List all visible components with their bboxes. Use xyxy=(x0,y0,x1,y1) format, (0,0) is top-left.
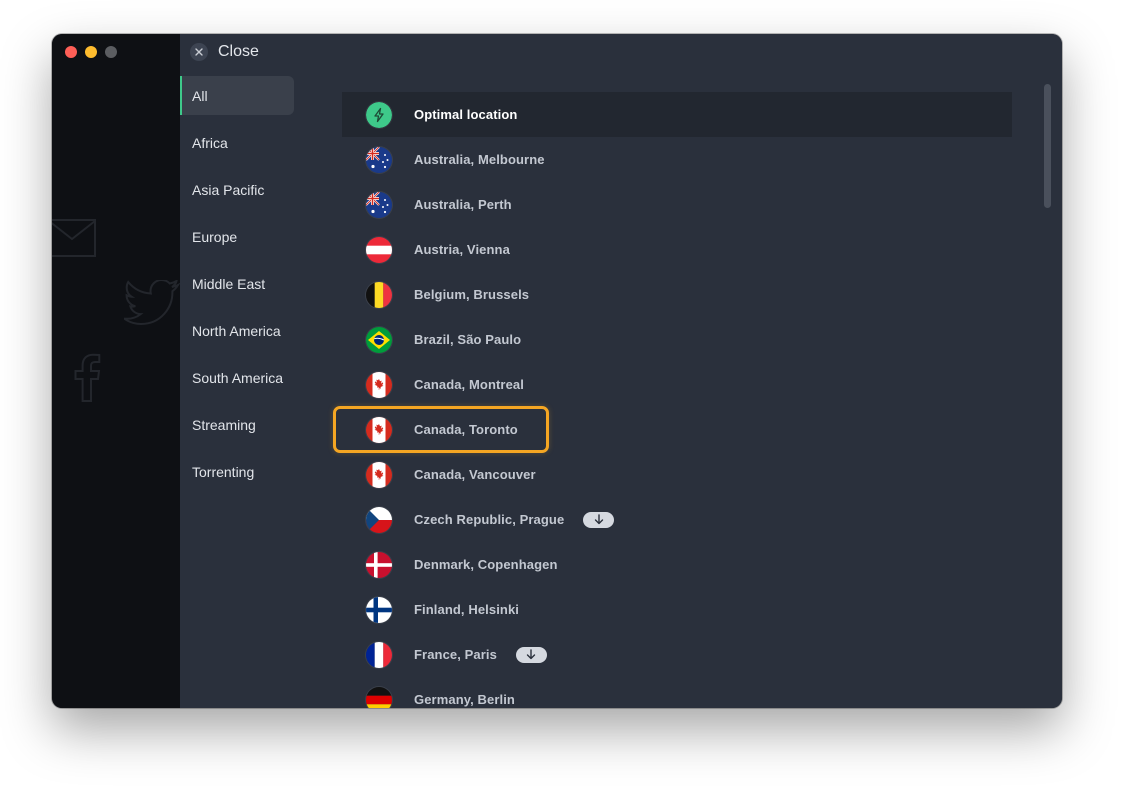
location-belgium-brussels[interactable]: Belgium, Brussels xyxy=(342,272,1012,317)
category-label: North America xyxy=(192,322,281,339)
location-label: Germany, Berlin xyxy=(414,692,515,707)
category-label: Asia Pacific xyxy=(192,181,265,198)
minimize-window-button[interactable] xyxy=(85,46,97,58)
scrollbar-thumb[interactable] xyxy=(1044,84,1051,208)
category-africa[interactable]: Africa xyxy=(180,123,294,162)
finland-flag-icon xyxy=(366,596,392,623)
location-label: Australia, Perth xyxy=(414,197,512,212)
background-sidebar xyxy=(52,34,180,708)
close-label: Close xyxy=(218,43,259,60)
location-brazil-sao-paulo[interactable]: Brazil, São Paulo xyxy=(342,317,1012,362)
australia-flag-icon xyxy=(366,146,392,173)
location-label: Australia, Melbourne xyxy=(414,152,545,167)
location-label: Austria, Vienna xyxy=(414,242,510,257)
location-list: Optimal location Australia, Melbourne Au… xyxy=(333,92,1012,708)
france-flag-icon xyxy=(366,641,392,668)
app-window: Close All Africa Asia Pacific Europe Mid… xyxy=(52,34,1062,708)
category-label: Torrenting xyxy=(192,463,255,480)
category-label: South America xyxy=(192,369,284,386)
window-controls xyxy=(65,46,117,58)
category-north-america[interactable]: North America xyxy=(180,311,294,350)
denmark-flag-icon xyxy=(366,551,392,578)
category-torrenting[interactable]: Torrenting xyxy=(180,452,294,491)
location-czech-republic-prague[interactable]: Czech Republic, Prague xyxy=(342,497,1012,542)
location-label: Denmark, Copenhagen xyxy=(414,557,558,572)
category-all[interactable]: All xyxy=(180,76,294,115)
download-arrow-icon xyxy=(583,511,615,528)
location-label: Canada, Vancouver xyxy=(414,467,536,482)
location-canada-toronto[interactable]: Canada, Toronto xyxy=(333,406,1012,453)
canada-flag-icon xyxy=(366,461,392,488)
location-denmark-copenhagen[interactable]: Denmark, Copenhagen xyxy=(342,542,1012,587)
category-label: All xyxy=(192,87,208,104)
category-label: Africa xyxy=(192,134,228,151)
twitter-icon xyxy=(124,280,180,326)
australia-flag-icon xyxy=(366,191,392,218)
category-label: Middle East xyxy=(192,275,266,292)
zoom-window-button[interactable] xyxy=(105,46,117,58)
category-label: Europe xyxy=(192,228,238,245)
location-optimal[interactable]: Optimal location xyxy=(342,92,1012,137)
download-arrow-icon xyxy=(515,646,547,663)
germany-flag-icon xyxy=(366,686,392,708)
location-label: Canada, Montreal xyxy=(414,377,524,392)
location-label: Belgium, Brussels xyxy=(414,287,530,302)
category-south-america[interactable]: South America xyxy=(180,358,294,397)
category-list: All Africa Asia Pacific Europe Middle Ea… xyxy=(180,76,294,499)
czech-flag-icon xyxy=(366,506,392,533)
location-label: Canada, Toronto xyxy=(414,422,518,437)
location-label: Brazil, São Paulo xyxy=(414,332,522,347)
location-australia-perth[interactable]: Australia, Perth xyxy=(342,182,1012,227)
category-middle-east[interactable]: Middle East xyxy=(180,264,294,303)
canada-flag-icon xyxy=(366,416,392,443)
canada-flag-icon xyxy=(366,371,392,398)
category-asia-pacific[interactable]: Asia Pacific xyxy=(180,170,294,209)
location-germany-berlin[interactable]: Germany, Berlin xyxy=(342,677,1012,708)
category-streaming[interactable]: Streaming xyxy=(180,405,294,444)
bolt-icon xyxy=(366,101,392,128)
location-france-paris[interactable]: France, Paris xyxy=(342,632,1012,677)
location-picker-panel: Close All Africa Asia Pacific Europe Mid… xyxy=(180,34,1062,708)
belgium-flag-icon xyxy=(366,281,392,308)
facebook-icon xyxy=(74,353,101,402)
austria-flag-icon xyxy=(366,236,392,263)
mail-icon xyxy=(52,219,96,257)
location-canada-vancouver[interactable]: Canada, Vancouver xyxy=(342,452,1012,497)
close-icon xyxy=(190,43,208,61)
category-europe[interactable]: Europe xyxy=(180,217,294,256)
location-label: Finland, Helsinki xyxy=(414,602,519,617)
brazil-flag-icon xyxy=(366,326,392,353)
close-window-button[interactable] xyxy=(65,46,77,58)
location-austria-vienna[interactable]: Austria, Vienna xyxy=(342,227,1012,272)
location-australia-melbourne[interactable]: Australia, Melbourne xyxy=(342,137,1012,182)
scrollbar[interactable] xyxy=(1044,84,1052,208)
close-button[interactable]: Close xyxy=(190,43,259,61)
category-label: Streaming xyxy=(192,416,256,433)
location-canada-montreal[interactable]: Canada, Montreal xyxy=(342,362,1012,407)
location-finland-helsinki[interactable]: Finland, Helsinki xyxy=(342,587,1012,632)
location-label: Czech Republic, Prague xyxy=(414,512,565,527)
location-label: France, Paris xyxy=(414,647,497,662)
location-label: Optimal location xyxy=(414,107,518,122)
